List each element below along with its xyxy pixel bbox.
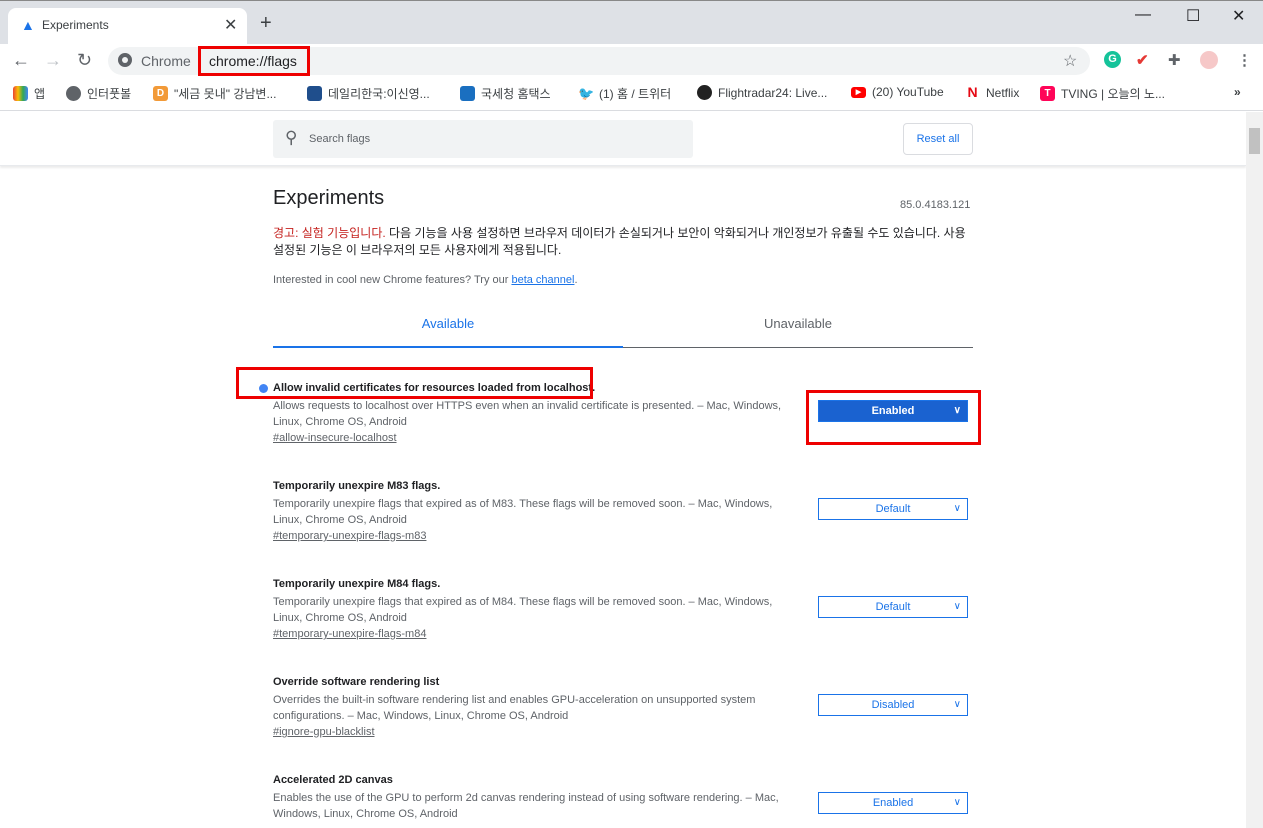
grammarly-icon[interactable]: G xyxy=(1104,51,1121,68)
interest-text: Interested in cool new Chrome features? … xyxy=(273,274,578,286)
bookmark-label: 앱 xyxy=(34,87,46,101)
netflix-icon: N xyxy=(967,84,978,100)
flag-title: Temporarily unexpire M84 flags. xyxy=(273,578,441,590)
page-title: Experiments xyxy=(273,187,385,209)
close-tab-icon[interactable]: ✕ xyxy=(224,15,237,35)
scrollbar-thumb[interactable] xyxy=(1249,128,1260,154)
d-icon: D xyxy=(153,86,168,101)
flag-title: Override software rendering list xyxy=(273,676,440,688)
chrome-icon xyxy=(118,53,132,67)
bookmark-item[interactable]: 인터풋볼 xyxy=(66,85,131,102)
bookmark-label: "세금 못내" 강남변... xyxy=(174,87,277,101)
bookmark-item[interactable]: 국세청 홈택스 xyxy=(460,85,551,102)
flag-anchor-link[interactable]: #temporary-unexpire-flags-m84 xyxy=(273,628,426,640)
maximize-button[interactable]: ☐ xyxy=(1186,6,1200,26)
reload-button[interactable]: ↻ xyxy=(77,50,92,71)
bookmark-label: (1) 홈 / 트위터 xyxy=(599,87,672,101)
bookmark-item[interactable]: 데일리한국:이신영... xyxy=(307,85,430,102)
flag-anchor-link[interactable]: #allow-insecure-localhost xyxy=(273,432,397,444)
bookmark-item[interactable]: Flightradar24: Live... xyxy=(697,85,827,100)
flag-state-select[interactable]: Enabled ∨ xyxy=(818,792,968,814)
check-extension-icon[interactable]: ✔ xyxy=(1136,51,1149,69)
flag-anchor-link[interactable]: #temporary-unexpire-flags-m83 xyxy=(273,530,426,542)
bookmark-apps[interactable]: 앱 xyxy=(13,85,45,102)
highlight-box-url xyxy=(198,46,310,76)
tab-unavailable[interactable]: Unavailable xyxy=(623,316,973,348)
minimize-button[interactable]: — xyxy=(1135,6,1151,24)
twitter-icon: 🐦 xyxy=(578,86,595,101)
warning-heading: 경고: 실험 기능입니다. xyxy=(273,226,386,240)
scheme-label: Chrome xyxy=(141,53,191,69)
beta-channel-link[interactable]: beta channel xyxy=(511,274,574,286)
flag-description: Temporarily unexpire flags that expired … xyxy=(273,498,773,526)
warning-text: 경고: 실험 기능입니다. 다음 기능을 사용 설정하면 브라우저 데이터가 손… xyxy=(273,225,973,259)
search-icon: ⚲ xyxy=(285,128,298,147)
back-button[interactable]: ← xyxy=(12,50,30,71)
select-value: Enabled xyxy=(872,797,914,809)
bookmark-item[interactable]: N Netflix xyxy=(965,85,1019,100)
flag-state-select[interactable]: Disabled ∨ xyxy=(818,694,968,716)
flag-description: Temporarily unexpire flags that expired … xyxy=(273,596,773,624)
flask-icon: ▲ xyxy=(21,17,35,33)
bookmark-label: TVING | 오늘의 노... xyxy=(1061,87,1165,101)
forward-button[interactable]: → xyxy=(44,50,62,71)
interest-end: . xyxy=(574,274,578,286)
flag-anchor-link[interactable]: #ignore-gpu-blacklist xyxy=(273,726,375,738)
tab-experiments[interactable]: ▲ Experiments ✕ xyxy=(8,8,247,44)
extensions-puzzle-icon[interactable]: ✚ xyxy=(1168,51,1181,69)
bookmarks-bar: 앱 인터풋볼 D "세금 못내" 강남변... 데일리한국:이신영... 국세청 … xyxy=(0,78,1263,111)
flag-description: Enables the use of the GPU to perform 2d… xyxy=(273,792,779,820)
globe-icon xyxy=(66,86,81,101)
flightradar-icon xyxy=(697,85,712,100)
flag-description: Allows requests to localhost over HTTPS … xyxy=(273,400,782,428)
profile-avatar[interactable] xyxy=(1200,51,1218,69)
chevron-down-icon: ∨ xyxy=(953,601,961,612)
reset-all-button[interactable]: Reset all xyxy=(903,123,973,155)
bookmark-label: Flightradar24: Live... xyxy=(718,85,828,100)
bookmark-label: Netflix xyxy=(986,85,1020,100)
highlight-box-flag-title xyxy=(236,367,593,399)
menu-kebab-icon[interactable]: ⋮ xyxy=(1237,51,1252,69)
tab-available[interactable]: Available xyxy=(273,316,623,348)
interest-label: Interested in cool new Chrome features? … xyxy=(273,274,512,286)
flag-title: Accelerated 2D canvas xyxy=(273,774,393,786)
bookmark-label: 국세청 홈택스 xyxy=(481,87,551,101)
search-flags-input[interactable]: ⚲ Search flags xyxy=(273,120,693,158)
active-tab-indicator xyxy=(273,346,623,348)
chevron-down-icon: ∨ xyxy=(953,699,961,710)
version-label: 85.0.4183.121 xyxy=(900,199,971,211)
more-bookmarks-button[interactable]: » xyxy=(1234,85,1241,99)
dailyhankook-icon xyxy=(307,86,322,101)
tving-icon: T xyxy=(1040,86,1055,101)
tab-title: Experiments xyxy=(42,18,109,32)
flag-state-select[interactable]: Default ∨ xyxy=(818,498,968,520)
scrollbar[interactable] xyxy=(1246,112,1263,828)
flag-title: Temporarily unexpire M83 flags. xyxy=(273,480,441,492)
search-placeholder: Search flags xyxy=(309,133,371,145)
chevron-down-icon: ∨ xyxy=(953,503,961,514)
close-window-button[interactable]: ✕ xyxy=(1232,6,1245,26)
bookmark-item[interactable]: ▶ (20) YouTube xyxy=(851,85,944,99)
youtube-icon: ▶ xyxy=(851,86,866,98)
select-value: Disabled xyxy=(871,699,915,711)
apps-grid-icon xyxy=(13,86,28,101)
select-value: Default xyxy=(875,601,911,613)
flags-header: ⚲ Search flags Reset all xyxy=(0,111,1246,166)
select-value: Default xyxy=(875,503,911,515)
new-tab-button[interactable]: + xyxy=(260,12,272,35)
bookmark-item[interactable]: 🐦 (1) 홈 / 트위터 xyxy=(578,85,671,102)
hometax-icon xyxy=(460,86,475,101)
chevron-down-icon: ∨ xyxy=(953,797,961,808)
bookmark-label: 인터풋볼 xyxy=(87,87,132,101)
bookmark-label: 데일리한국:이신영... xyxy=(328,87,430,101)
bookmark-label: (20) YouTube xyxy=(872,85,944,99)
flag-state-select[interactable]: Default ∨ xyxy=(818,596,968,618)
highlight-box-flag-select xyxy=(806,390,981,445)
bookmark-item[interactable]: T TVING | 오늘의 노... xyxy=(1040,85,1165,102)
bookmark-item[interactable]: D "세금 못내" 강남변... xyxy=(153,85,276,102)
bookmark-star-icon[interactable]: ☆ xyxy=(1063,51,1077,71)
flag-description: Overrides the built-in software renderin… xyxy=(273,694,756,722)
